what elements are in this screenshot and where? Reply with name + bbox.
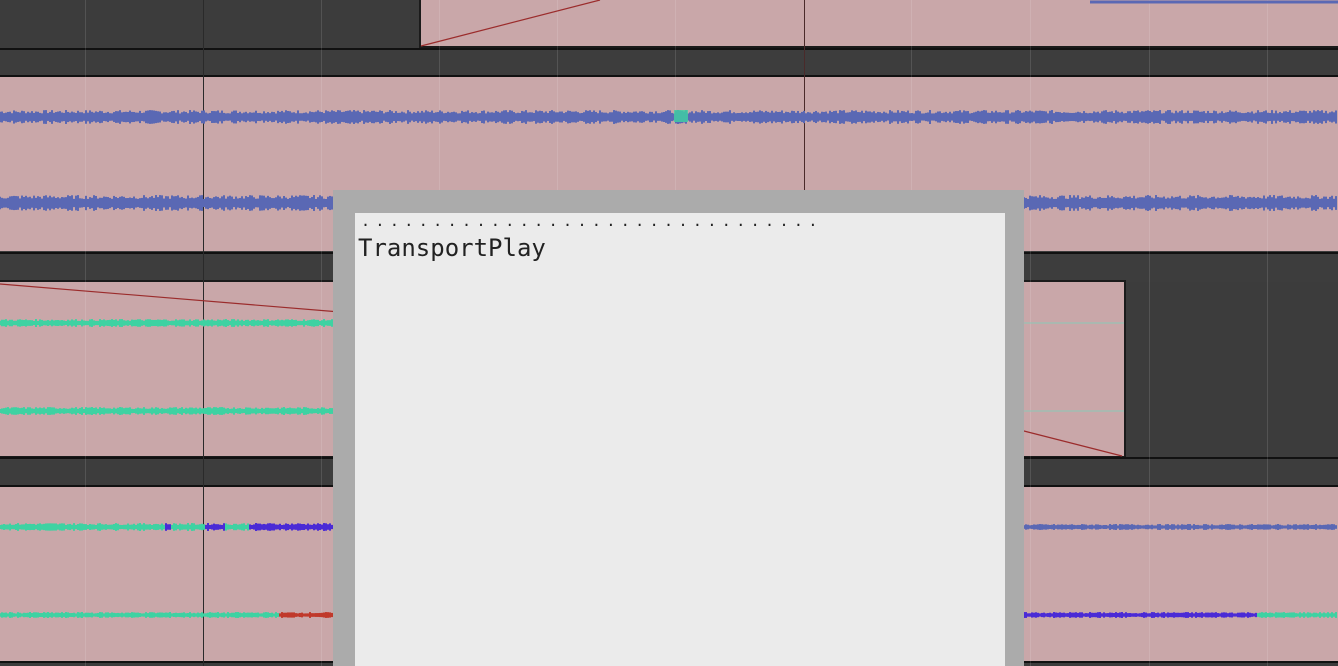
waveform-channel-right <box>0 407 333 415</box>
popup-window[interactable]: ................................ Transpo… <box>333 190 1024 666</box>
waveform-channel-left <box>0 319 333 327</box>
popup-title: TransportPlay <box>358 234 546 262</box>
arrangement-view: ................................ Transpo… <box>0 0 1338 666</box>
waveform-channel-left <box>0 110 1337 124</box>
envelope-line <box>1019 429 1123 457</box>
popup-content: ................................ Transpo… <box>355 213 1005 666</box>
dotted-drag-handle-icon[interactable]: ................................ <box>361 213 823 229</box>
envelope-line <box>420 0 601 47</box>
envelope-line <box>0 283 341 313</box>
waveform-highlight <box>674 110 688 122</box>
